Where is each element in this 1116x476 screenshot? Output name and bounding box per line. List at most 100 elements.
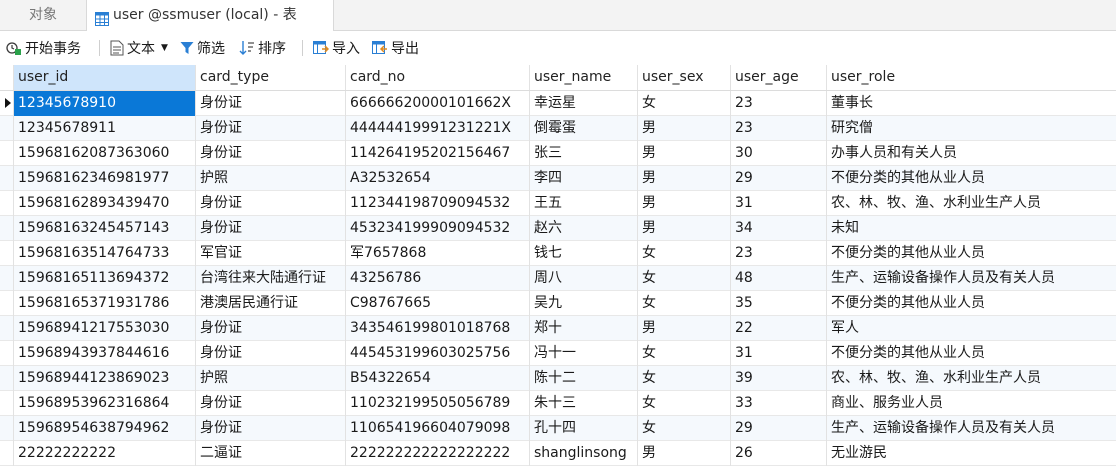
row-header[interactable] <box>0 91 14 116</box>
cell-card-type[interactable]: 二逼证 <box>196 441 346 466</box>
cell-user-age[interactable]: 23 <box>731 241 827 266</box>
cell-user-id[interactable]: 15968162087363060 <box>14 141 196 166</box>
cell-card-no[interactable]: B54322654 <box>346 366 530 391</box>
cell-user-age[interactable]: 33 <box>731 391 827 416</box>
cell-user-age[interactable]: 48 <box>731 266 827 291</box>
cell-user-name[interactable]: 吴九 <box>530 291 638 316</box>
cell-user-age[interactable]: 35 <box>731 291 827 316</box>
cell-card-no[interactable]: 222222222222222222 <box>346 441 530 466</box>
cell-user-sex[interactable]: 女 <box>638 391 731 416</box>
cell-card-no[interactable]: 44444419991231221X <box>346 116 530 141</box>
table-row[interactable]: 22222222222 二逼证 222222222222222222 shanglin… <box>0 441 1116 466</box>
cell-card-type[interactable]: 身份证 <box>196 191 346 216</box>
row-header-corner[interactable] <box>0 65 14 90</box>
cell-card-no[interactable]: 343546199801018768 <box>346 316 530 341</box>
cell-user-sex[interactable]: 男 <box>638 116 731 141</box>
cell-user-name[interactable]: 赵六 <box>530 216 638 241</box>
cell-user-role[interactable]: 不便分类的其他从业人员 <box>827 241 1116 266</box>
table-row[interactable]: 15968163514764733 军官证 军7657868 钱七女 23 不便分类的其他… <box>0 241 1116 266</box>
cell-user-role[interactable]: 董事长 <box>827 91 1116 116</box>
cell-user-role[interactable]: 不便分类的其他从业人员 <box>827 166 1116 191</box>
tab-user-table[interactable]: user @ssmuser (local) - 表 <box>86 0 334 31</box>
row-header[interactable] <box>0 116 14 141</box>
cell-user-sex[interactable]: 男 <box>638 316 731 341</box>
cell-user-id[interactable]: 15968944123869023 <box>14 366 196 391</box>
cell-user-role[interactable]: 研究僧 <box>827 116 1116 141</box>
cell-user-age[interactable]: 29 <box>731 416 827 441</box>
row-header[interactable] <box>0 416 14 441</box>
column-header-user-age[interactable]: user_age <box>731 65 827 90</box>
cell-user-sex[interactable]: 女 <box>638 291 731 316</box>
cell-user-id[interactable]: 15968162346981977 <box>14 166 196 191</box>
table-row[interactable]: 15968954638794962 身份证 110654196604079098 孔十… <box>0 416 1116 441</box>
cell-user-role[interactable]: 未知 <box>827 216 1116 241</box>
cell-user-name[interactable]: 张三 <box>530 141 638 166</box>
cell-user-age[interactable]: 31 <box>731 341 827 366</box>
column-header-user-id[interactable]: user_id <box>14 65 196 90</box>
cell-user-name[interactable]: 李四 <box>530 166 638 191</box>
cell-user-name[interactable]: 王五 <box>530 191 638 216</box>
cell-card-type[interactable]: 身份证 <box>196 316 346 341</box>
cell-user-name[interactable]: 朱十三 <box>530 391 638 416</box>
table-row[interactable]: 15968165113694372 台湾往来大陆通行证 43256786 周八女 48 生… <box>0 266 1116 291</box>
cell-user-role[interactable]: 军人 <box>827 316 1116 341</box>
table-row[interactable]: 12345678911 身份证 44444419991231221X 倒霉蛋男 23 研究… <box>0 116 1116 141</box>
import-button[interactable]: 导入 <box>313 31 360 65</box>
cell-card-type[interactable]: 港澳居民通行证 <box>196 291 346 316</box>
cell-card-no[interactable]: A32532654 <box>346 166 530 191</box>
cell-card-no[interactable]: 110654196604079098 <box>346 416 530 441</box>
cell-card-no[interactable]: 66666620000101662X <box>346 91 530 116</box>
table-row[interactable]: 15968165371931786 港澳居民通行证 C98767665 吴九女 35 不便… <box>0 291 1116 316</box>
cell-card-type[interactable]: 身份证 <box>196 391 346 416</box>
cell-user-sex[interactable]: 女 <box>638 366 731 391</box>
cell-user-id[interactable]: 15968954638794962 <box>14 416 196 441</box>
cell-user-sex[interactable]: 男 <box>638 441 731 466</box>
table-row[interactable]: 12345678910 身份证 66666620000101662X 幸运星女 23 董事… <box>0 91 1116 116</box>
cell-user-name[interactable]: 周八 <box>530 266 638 291</box>
cell-user-role[interactable]: 无业游民 <box>827 441 1116 466</box>
row-header[interactable] <box>0 391 14 416</box>
cell-user-id[interactable]: 12345678910 <box>14 91 196 116</box>
cell-user-name[interactable]: 钱七 <box>530 241 638 266</box>
begin-transaction-button[interactable]: 开始事务 <box>6 31 81 65</box>
cell-user-id[interactable]: 15968953962316864 <box>14 391 196 416</box>
cell-card-no[interactable]: 43256786 <box>346 266 530 291</box>
table-row[interactable]: 15968943937844616 身份证 445453199603025756 冯十… <box>0 341 1116 366</box>
cell-user-name[interactable]: 冯十一 <box>530 341 638 366</box>
row-header[interactable] <box>0 266 14 291</box>
column-header-user-role[interactable]: user_role <box>827 65 1116 90</box>
cell-user-name[interactable]: 倒霉蛋 <box>530 116 638 141</box>
row-header[interactable] <box>0 141 14 166</box>
table-row[interactable]: 15968162893439470 身份证 112344198709094532 王五… <box>0 191 1116 216</box>
table-row[interactable]: 15968162087363060 身份证 11426419520215646​7 张… <box>0 141 1116 166</box>
cell-user-age[interactable]: 26 <box>731 441 827 466</box>
cell-card-no[interactable]: 军7657868 <box>346 241 530 266</box>
export-button[interactable]: 导出 <box>372 31 419 65</box>
table-row[interactable]: 15968953962316864 身份证 110232199505056789 朱十… <box>0 391 1116 416</box>
cell-card-type[interactable]: 军官证 <box>196 241 346 266</box>
cell-user-sex[interactable]: 女 <box>638 266 731 291</box>
cell-user-age[interactable]: 34 <box>731 216 827 241</box>
cell-user-name[interactable]: 孔十四 <box>530 416 638 441</box>
cell-user-sex[interactable]: 女 <box>638 341 731 366</box>
cell-user-role[interactable]: 办事人员和有关人员 <box>827 141 1116 166</box>
column-header-user-name[interactable]: user_name <box>530 65 638 90</box>
cell-card-no[interactable]: 112344198709094532 <box>346 191 530 216</box>
cell-user-id[interactable]: 15968162893439470 <box>14 191 196 216</box>
row-header[interactable] <box>0 216 14 241</box>
cell-card-type[interactable]: 台湾往来大陆通行证 <box>196 266 346 291</box>
cell-user-age[interactable]: 31 <box>731 191 827 216</box>
sort-button[interactable]: 排序 <box>239 31 286 65</box>
cell-user-name[interactable]: 陈十二 <box>530 366 638 391</box>
cell-user-age[interactable]: 39 <box>731 366 827 391</box>
cell-user-id[interactable]: 22222222222 <box>14 441 196 466</box>
column-header-card-no[interactable]: card_no <box>346 65 530 90</box>
cell-user-id[interactable]: 15968165371931786 <box>14 291 196 316</box>
cell-user-role[interactable]: 生产、运输设备操作人员及有关人员 <box>827 416 1116 441</box>
column-header-card-type[interactable]: card_type <box>196 65 346 90</box>
cell-user-role[interactable]: 生产、运输设备操作人员及有关人员 <box>827 266 1116 291</box>
cell-user-sex[interactable]: 女 <box>638 241 731 266</box>
tab-objects[interactable]: 对象 <box>0 0 86 30</box>
cell-user-name[interactable]: shanglinsong <box>530 441 638 466</box>
row-header[interactable] <box>0 366 14 391</box>
